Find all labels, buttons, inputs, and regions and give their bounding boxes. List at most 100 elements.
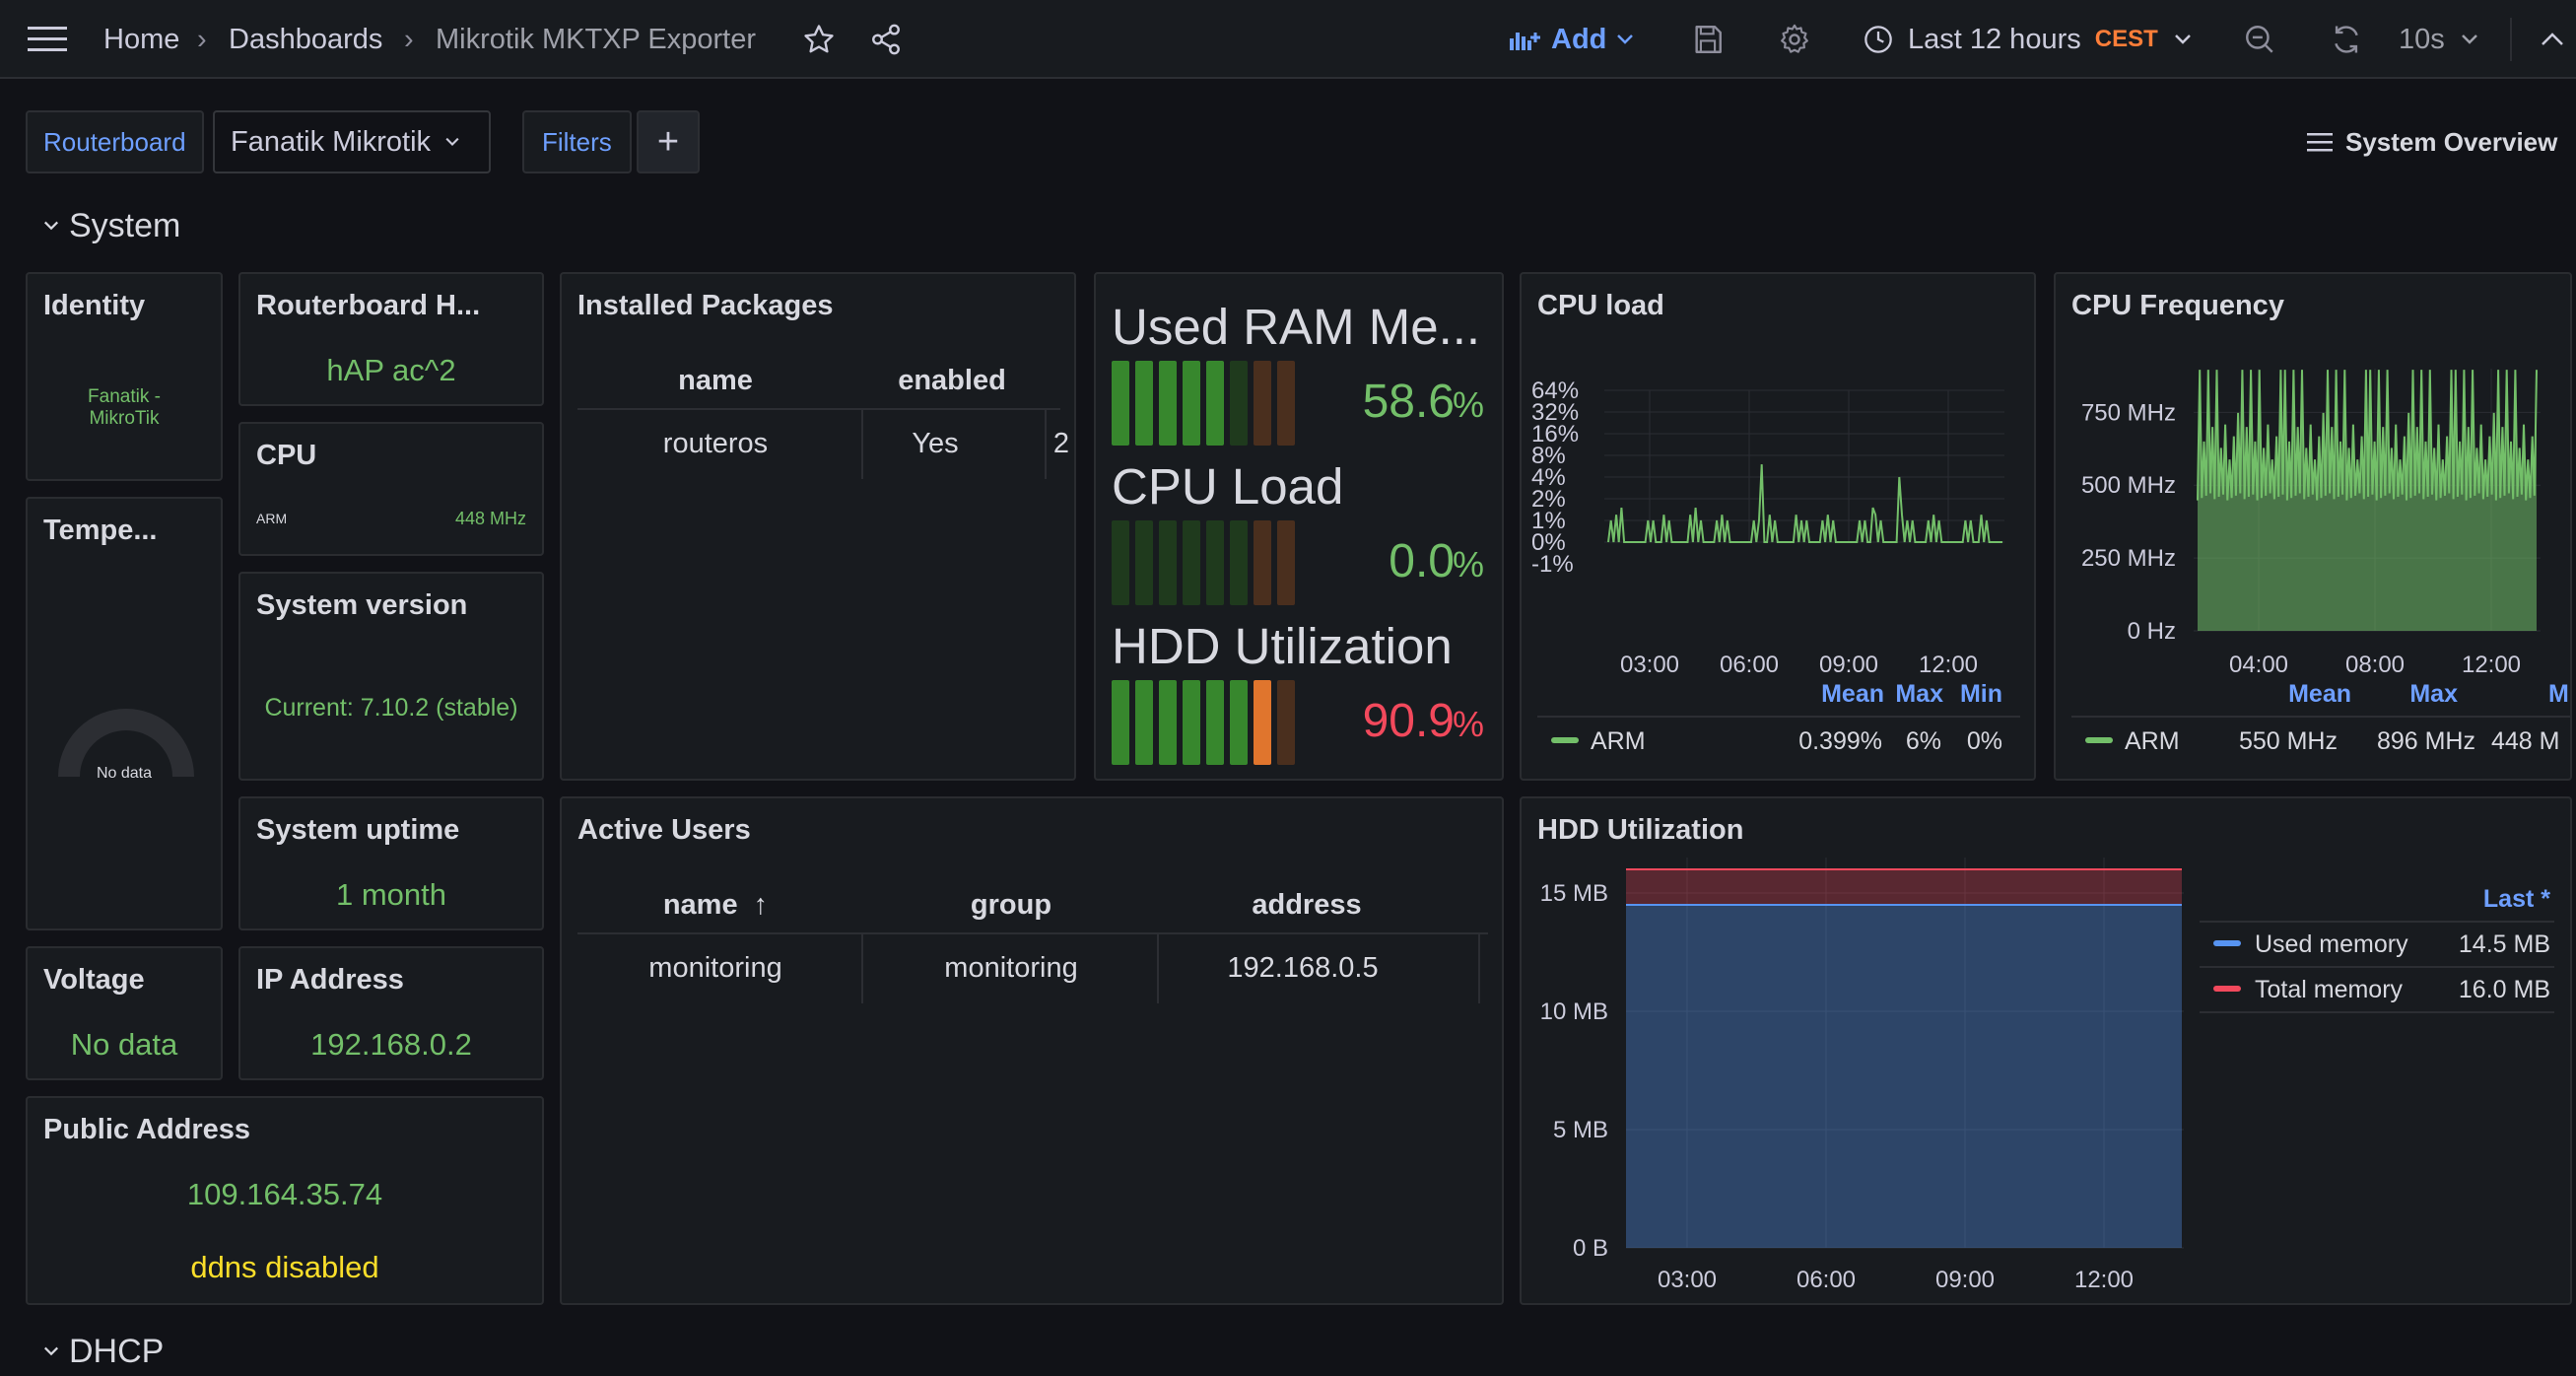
y-tick-label: 250 MHz bbox=[2081, 545, 2176, 572]
gauge-cell bbox=[1135, 680, 1153, 765]
public-address-value: 109.164.35.74 bbox=[186, 1177, 383, 1211]
x-tick-label: 06:00 bbox=[1720, 652, 1779, 678]
cell-address: 192.168.0.5 bbox=[1227, 952, 1379, 984]
panel-title: IP Address bbox=[256, 964, 404, 996]
hdd-utilization-panel: HDD Utilization 15 MB 10 MB 5 MB 0 B 03:00 06… bbox=[1520, 796, 2572, 1305]
gauge-bar-cpu-cells bbox=[1112, 520, 1299, 605]
ip-address-value: 192.168.0.2 bbox=[310, 1027, 472, 1062]
column-header-name[interactable]: name ↑ bbox=[577, 889, 853, 922]
bar-gauge-panel: Used RAM Me... 58.6 % CPU Load 0.0 % HDD… bbox=[1094, 272, 1504, 781]
top-navbar: Home › Dashboards › Mikrotik MKTXP Expor… bbox=[0, 0, 2576, 79]
add-filter-button[interactable]: + bbox=[637, 110, 700, 173]
y-tick-label: 500 MHz bbox=[2081, 472, 2176, 499]
chevron-down-icon bbox=[43, 220, 59, 232]
legend-row[interactable]: ARM 550 MHz 896 MHz 448 M bbox=[2071, 720, 2570, 763]
chevron-up-icon[interactable] bbox=[2541, 0, 2564, 79]
share-icon[interactable] bbox=[869, 0, 903, 79]
zoom-out-icon[interactable] bbox=[2243, 0, 2276, 79]
legend-divider bbox=[2200, 1011, 2554, 1013]
add-panel-icon bbox=[1508, 27, 1541, 52]
menu-icon[interactable] bbox=[26, 0, 69, 79]
row-header-system[interactable]: System bbox=[43, 201, 180, 250]
column-header-group[interactable]: group bbox=[873, 889, 1149, 922]
gear-icon[interactable] bbox=[1778, 0, 1811, 79]
series-line-arm bbox=[1607, 464, 2002, 543]
legend-header-min[interactable]: Min bbox=[2548, 680, 2570, 709]
x-tick-label: 09:00 bbox=[1935, 1267, 1995, 1293]
chevron-down-icon bbox=[2174, 34, 2192, 45]
gauge-cell bbox=[1277, 680, 1295, 765]
y-tick-label: 15 MB bbox=[1540, 880, 1608, 907]
column-header-address[interactable]: address bbox=[1169, 889, 1445, 922]
series-area-total-memory bbox=[1626, 869, 2182, 905]
legend-color-chip bbox=[2085, 737, 2113, 743]
x-tick-label: 03:00 bbox=[1620, 652, 1679, 678]
x-tick-label: 12:00 bbox=[2074, 1267, 2134, 1293]
filters-label: Filters bbox=[522, 110, 632, 173]
legend-divider bbox=[2071, 716, 2570, 718]
sort-ascending-icon: ↑ bbox=[753, 889, 769, 921]
x-tick-label: 03:00 bbox=[1658, 1267, 1717, 1293]
list-icon bbox=[2306, 131, 2334, 153]
cpu-frequency-chart: 750 MHz 500 MHz 250 MHz 0 Hz 04:00 08:00 12:00 bbox=[2081, 369, 2541, 678]
gauge-cell bbox=[1183, 361, 1200, 446]
legend-row[interactable]: ARM 0.399% 6% 0% bbox=[1537, 720, 2020, 763]
legend-mean: 0.399% bbox=[1798, 727, 1882, 755]
breadcrumb-dashboards[interactable]: Dashboards bbox=[229, 0, 382, 79]
legend-header-mean[interactable]: Mean bbox=[1786, 680, 1884, 709]
gauge-cell bbox=[1230, 680, 1248, 765]
legend-row[interactable]: Used memory 14.5 MB bbox=[2200, 923, 2554, 966]
star-icon[interactable] bbox=[802, 0, 836, 79]
gauge-cell bbox=[1230, 520, 1248, 605]
legend-last: 16.0 MB bbox=[2458, 976, 2550, 1003]
gauge-cell bbox=[1112, 361, 1129, 446]
chevron-down-icon bbox=[444, 137, 460, 147]
chevron-down-icon bbox=[1616, 34, 1634, 45]
add-button[interactable]: Add bbox=[1508, 0, 1634, 79]
gauge-cell bbox=[1254, 520, 1271, 605]
y-tick-label: 5 MB bbox=[1553, 1117, 1608, 1143]
row-header-dhcp[interactable]: DHCP bbox=[43, 1327, 164, 1376]
gauge-cell bbox=[1206, 680, 1224, 765]
gauge-unit-cpu: % bbox=[1452, 544, 1484, 585]
legend-header-max[interactable]: Max bbox=[1884, 680, 1943, 709]
column-header-name[interactable]: name bbox=[577, 365, 853, 397]
table-row[interactable]: monitoring monitoring 192.168.0.5 bbox=[577, 934, 1488, 1003]
legend-min: 448 M bbox=[2491, 727, 2560, 755]
save-icon[interactable] bbox=[1691, 0, 1725, 79]
add-label: Add bbox=[1551, 23, 1607, 55]
legend-header-max[interactable]: Max bbox=[2351, 680, 2458, 709]
routerboard-value: hAP ac^2 bbox=[326, 353, 456, 387]
legend-min: 0% bbox=[1966, 727, 2002, 755]
legend-header-last[interactable]: Last * bbox=[2468, 885, 2550, 914]
legend-row[interactable]: Total memory 16.0 MB bbox=[2200, 968, 2554, 1011]
system-overview-link[interactable]: System Overview bbox=[2306, 110, 2557, 173]
voltage-panel: Voltage No data bbox=[26, 946, 223, 1080]
system-uptime-value: 1 month bbox=[335, 877, 446, 912]
refresh-interval-picker[interactable]: 10s bbox=[2399, 0, 2478, 79]
legend-header-min[interactable]: Min bbox=[1943, 680, 2002, 709]
column-header-enabled[interactable]: enabled bbox=[873, 365, 1031, 397]
panel-title: Identity bbox=[43, 290, 146, 321]
panel-title: Active Users bbox=[577, 814, 751, 846]
gauge-cell bbox=[1183, 520, 1200, 605]
cell-enabled: Yes bbox=[912, 428, 959, 459]
routerboard-select[interactable]: Fanatik Mikrotik bbox=[213, 110, 491, 173]
gauge-bar-ram-cells bbox=[1112, 361, 1299, 446]
legend-color-chip bbox=[1551, 737, 1579, 743]
time-picker[interactable]: Last 12 hours CEST bbox=[1863, 0, 2192, 79]
cpu-panel: CPU ARM 448 MHz bbox=[238, 422, 544, 556]
legend-max: 896 MHz bbox=[2376, 727, 2475, 755]
legend-series-name: ARM bbox=[1591, 727, 1646, 755]
gauge-cell bbox=[1135, 361, 1153, 446]
legend-header-mean[interactable]: Mean bbox=[2233, 680, 2351, 709]
table-row[interactable]: routeros Yes 2 bbox=[577, 410, 1069, 479]
identity-panel: Identity Fanatik - MikroTik bbox=[26, 272, 223, 481]
system-overview-label: System Overview bbox=[2345, 126, 2558, 157]
refresh-icon[interactable] bbox=[2330, 0, 2363, 79]
cpu-load-panel: CPU load 64% 32% 16% 8% 4% 2% 1% 0% -1% 03:00 06:0… bbox=[1520, 272, 2036, 781]
breadcrumb-home[interactable]: Home bbox=[103, 0, 179, 79]
public-address-panel: Public Address 109.164.35.74 ddns disabl… bbox=[26, 1096, 544, 1305]
legend-last: 14.5 MB bbox=[2458, 930, 2550, 958]
breadcrumb-current: Mikrotik MKTXP Exporter bbox=[436, 23, 756, 55]
